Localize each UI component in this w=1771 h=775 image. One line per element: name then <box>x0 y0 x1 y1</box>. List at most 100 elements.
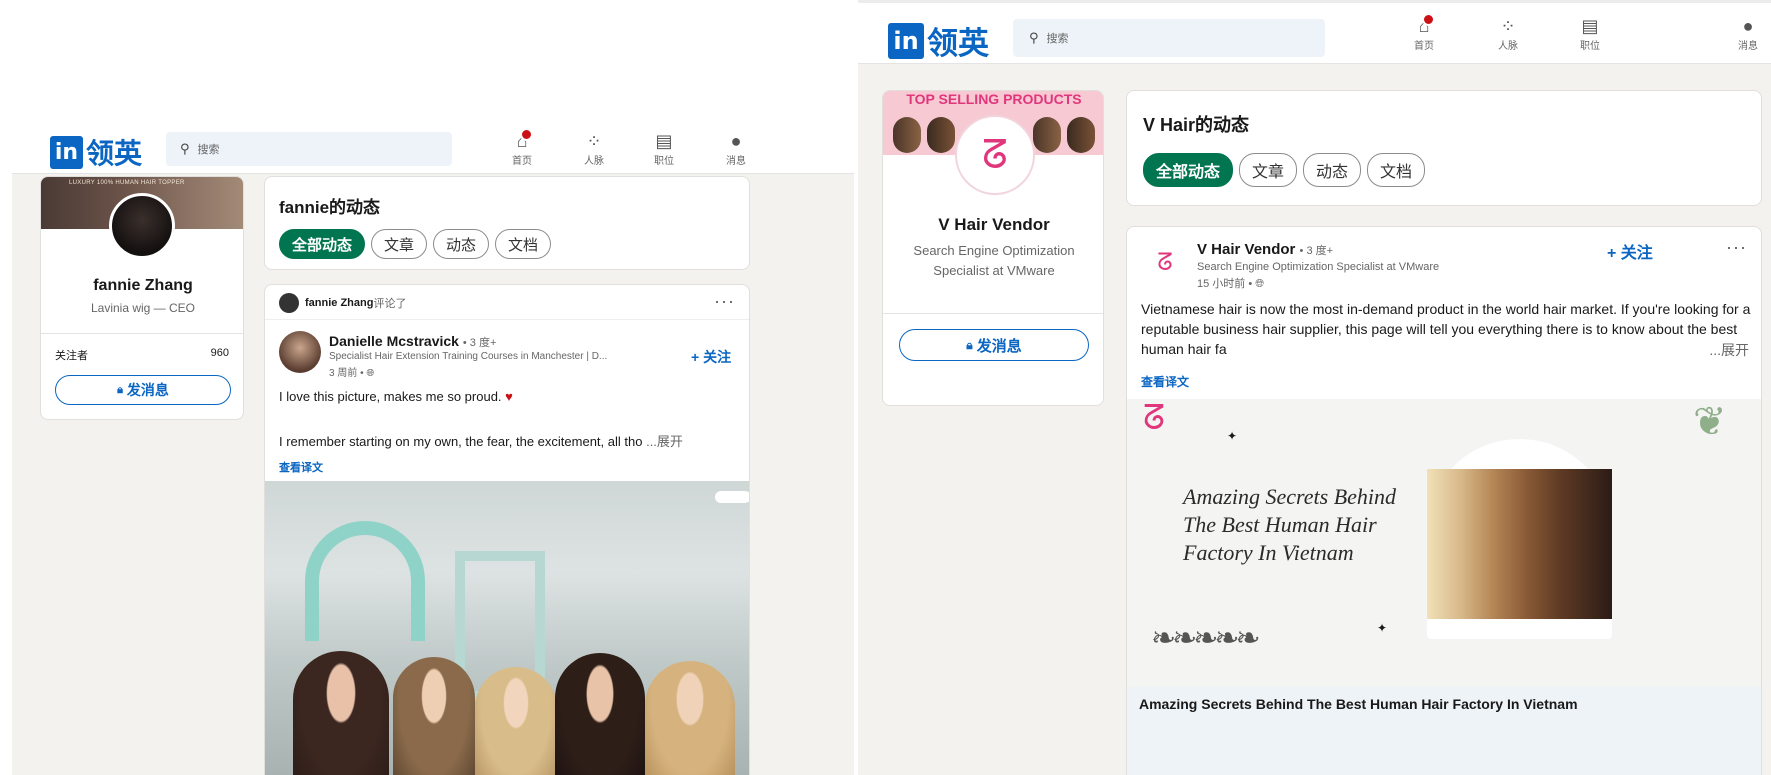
filter-articles[interactable]: 文章 <box>371 229 428 259</box>
notification-badge <box>520 128 534 141</box>
nav-people[interactable]: ⁘ 人脉 <box>1498 15 1518 52</box>
post-card: ᘔ V Hair Vendor • 3 度+ Search Engine Opt… <box>1126 226 1762 775</box>
avatar[interactable]: ᘔ <box>955 115 1035 195</box>
nav-jobs[interactable]: ▤ 职位 <box>654 130 674 167</box>
profile-name[interactable]: fannie Zhang <box>41 277 243 295</box>
globe-icon: 🌐︎ <box>1255 278 1265 290</box>
post-photo[interactable] <box>265 481 749 775</box>
hair-samples-photo <box>1427 469 1612 619</box>
post-text: Vietnamese hair is now the most in-deman… <box>1141 301 1751 357</box>
profile-headline: Lavinia wig — CEO <box>90 301 196 315</box>
post-time: 3 周前 • 🌐︎ <box>329 368 375 379</box>
search-placeholder: 搜索 <box>1046 33 1069 45</box>
activity-title: V Hair的动态 <box>1143 115 1250 135</box>
activity-header-card: V Hair的动态 全部动态 文章 动态 文档 <box>1126 90 1762 206</box>
search-input[interactable]: ⚲ 搜索 <box>1013 19 1325 57</box>
home-icon: ⌂ <box>1419 13 1436 37</box>
search-icon: ⚲ <box>1029 30 1039 45</box>
filter-articles[interactable]: 文章 <box>1239 153 1298 187</box>
see-translation-link[interactable]: 查看译文 <box>1141 373 1189 390</box>
article-image[interactable]: ᘔ ❦ ✦ Amazing Secrets Behind The Best Hu… <box>1127 399 1761 687</box>
people-icon: ⁘ <box>1500 16 1516 36</box>
see-translation-link[interactable]: 查看译文 <box>279 459 323 475</box>
divider <box>41 333 243 334</box>
vhair-logo-icon: ᘔ <box>1157 249 1173 276</box>
follow-button[interactable]: + 关注 <box>1607 239 1653 263</box>
top-navbar: in 领英 ⚲ 搜索 ⌂ 首页 ⁘ 人脉 ▤ 职位 ● 消息 <box>12 126 854 174</box>
nav-home[interactable]: ⌂ 首页 <box>1414 13 1436 52</box>
expand-link[interactable]: ...展开 <box>646 434 683 449</box>
post-card: fannie Zhang 评论了 ··· Danielle Mcstravick… <box>264 284 750 775</box>
lock-icon: 🔒︎ <box>117 383 123 396</box>
author-line: Danielle Mcstravick • 3 度+ <box>329 333 497 349</box>
linkedin-logo[interactable]: in 领英 <box>888 18 989 63</box>
commenter-name[interactable]: fannie Zhang <box>305 297 373 309</box>
lock-icon: 🔒︎ <box>966 337 973 352</box>
filter-all-activity[interactable]: 全部动态 <box>1143 153 1234 187</box>
filter-documents[interactable]: 文档 <box>495 229 552 259</box>
author-avatar[interactable]: ᘔ <box>1143 241 1187 285</box>
post-time: 15 小时前 • 🌐︎ <box>1197 278 1265 290</box>
post-text-2: I remember starting on my own, the fear,… <box>279 434 683 449</box>
person <box>293 651 389 775</box>
person <box>475 667 557 775</box>
send-message-button[interactable]: 🔒︎ 发消息 <box>899 329 1089 361</box>
followers-count: 960 <box>210 347 229 359</box>
message-icon: ● <box>1742 16 1754 36</box>
filter-posts[interactable]: 动态 <box>433 229 490 259</box>
sparkle-icon: ✦ <box>1227 429 1238 443</box>
more-options-icon[interactable]: ··· <box>1726 237 1747 258</box>
filter-posts[interactable]: 动态 <box>1303 153 1362 187</box>
activity-title: fannie的动态 <box>279 198 381 217</box>
vhair-logo-icon: ᘔ <box>982 132 1008 177</box>
leaf-decoration-icon: ❦ <box>1693 400 1727 444</box>
profile-card: TOP SELLING PRODUCTS ᘔ V Hair Vendor Sea… <box>882 90 1104 406</box>
avatar[interactable] <box>109 193 175 259</box>
filter-documents[interactable]: 文档 <box>1367 153 1426 187</box>
follow-button[interactable]: + 关注 <box>691 347 731 367</box>
profile-card: LUXURY 100% HUMAN HAIR TOPPER fannie Zha… <box>40 176 244 420</box>
article-image-title: Amazing Secrets Behind The Best Human Ha… <box>1183 484 1397 565</box>
person <box>555 653 645 775</box>
linkedin-logo[interactable]: in 领英 <box>50 132 142 172</box>
activity-header-card: fannie的动态 全部动态 文章 动态 文档 <box>264 176 750 270</box>
vhair-logo-icon: ᘔ <box>1143 399 1165 437</box>
message-icon: ● <box>730 131 742 151</box>
heart-icon: ♥ <box>505 389 513 404</box>
top-navbar: in 领英 ⚲ 搜索 ⌂ 首页 ⁘ 人脉 ▤ 职位 ● 消息 <box>858 0 1771 64</box>
nav-messaging[interactable]: ● 消息 <box>1738 15 1758 52</box>
search-input[interactable]: ⚲ 搜索 <box>166 132 452 166</box>
author-headline: Search Engine Optimization Specialist at… <box>1197 261 1440 273</box>
globe-icon: 🌐︎ <box>366 368 375 379</box>
send-message-button[interactable]: 🔒︎ 发消息 <box>55 375 231 405</box>
post-text-1: I love this picture, makes me so proud. … <box>279 389 513 404</box>
author-name[interactable]: Danielle Mcstravick <box>329 333 459 349</box>
nav-jobs[interactable]: ▤ 职位 <box>1580 15 1600 52</box>
author-name[interactable]: V Hair Vendor <box>1197 241 1295 258</box>
profile-headline: Search Engine Optimization Specialist at… <box>913 243 1075 278</box>
filter-all-activity[interactable]: 全部动态 <box>279 229 366 259</box>
sparkle-icon: ✦ <box>1377 621 1388 635</box>
search-icon: ⚲ <box>180 141 190 156</box>
commenter-avatar[interactable] <box>279 293 299 313</box>
article-link-title[interactable]: Amazing Secrets Behind The Best Human Ha… <box>1139 696 1578 712</box>
briefcase-icon: ▤ <box>655 131 673 151</box>
nav-home[interactable]: ⌂ 首页 <box>512 128 534 167</box>
floral-doodle-icon: ❧❧❧❧❧ <box>1151 622 1261 655</box>
author-headline: Specialist Hair Extension Training Cours… <box>329 351 608 362</box>
home-icon: ⌂ <box>517 128 534 152</box>
author-line: V Hair Vendor • 3 度+ <box>1197 241 1334 258</box>
mirror-frame <box>305 521 425 641</box>
left-screenshot: in 领英 ⚲ 搜索 ⌂ 首页 ⁘ 人脉 ▤ 职位 ● 消息 LUXURY 10… <box>12 126 854 775</box>
search-placeholder: 搜索 <box>197 144 220 156</box>
right-screenshot: in 领英 ⚲ 搜索 ⌂ 首页 ⁘ 人脉 ▤ 职位 ● 消息 TOP SELLI… <box>858 0 1771 775</box>
profile-name[interactable]: V Hair Vendor <box>883 215 1103 235</box>
nav-messaging[interactable]: ● 消息 <box>726 130 746 167</box>
briefcase-icon: ▤ <box>1581 16 1599 36</box>
followers-label: 关注者 <box>55 350 88 362</box>
expand-link[interactable]: ...展开 <box>1705 340 1749 360</box>
post-context-line: fannie Zhang 评论了 <box>279 291 406 315</box>
more-options-icon[interactable]: ··· <box>714 291 735 312</box>
nav-people[interactable]: ⁘ 人脉 <box>584 130 604 167</box>
author-avatar[interactable] <box>279 331 321 373</box>
